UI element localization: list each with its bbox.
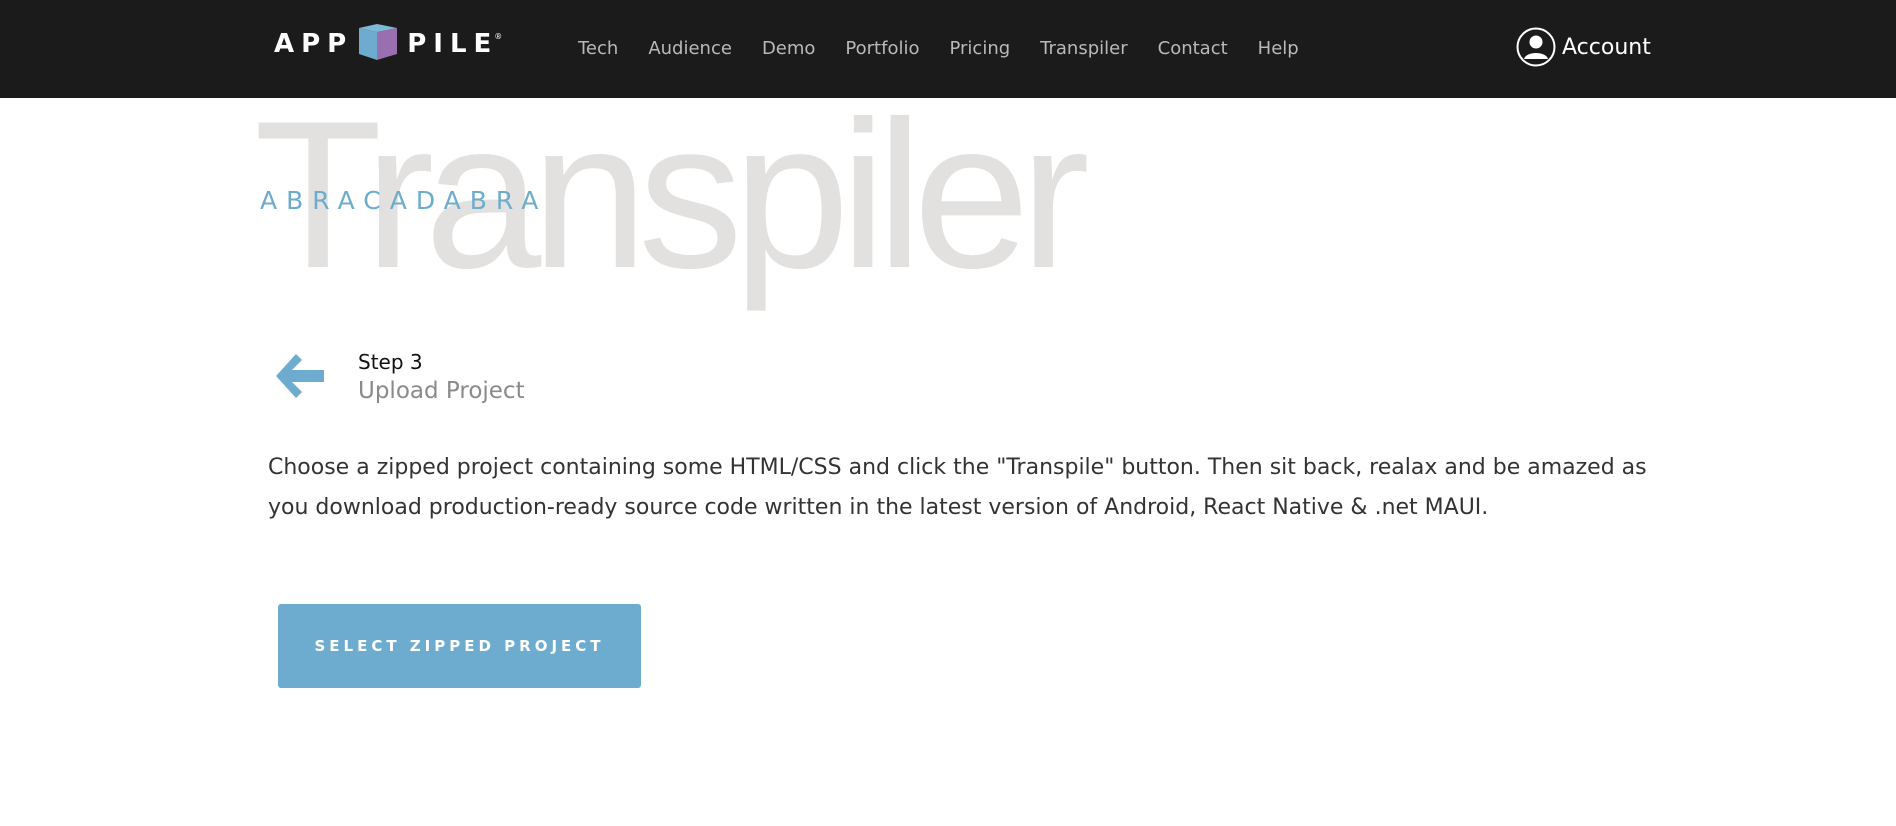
hero-subtitle: ABRACADABRA: [260, 186, 548, 215]
select-zipped-project-button[interactable]: SELECT ZIPPED PROJECT: [278, 604, 641, 688]
trademark-symbol: ®: [494, 32, 503, 41]
app-pile-logo[interactable]: APP PILE ®: [274, 24, 502, 64]
nav-item-portfolio[interactable]: Portfolio: [845, 38, 919, 59]
user-avatar-icon: [1516, 27, 1556, 67]
nav-item-transpiler[interactable]: Transpiler: [1040, 38, 1127, 59]
main-nav: Tech Audience Demo Portfolio Pricing Tra…: [578, 38, 1329, 59]
nav-item-pricing[interactable]: Pricing: [949, 38, 1010, 59]
step-title: Upload Project: [358, 378, 525, 404]
nav-item-help[interactable]: Help: [1258, 38, 1299, 59]
account-button[interactable]: Account: [1516, 27, 1651, 67]
step-number: Step 3: [358, 350, 423, 374]
logo-text-left: APP: [274, 29, 354, 59]
account-label: Account: [1562, 34, 1651, 60]
nav-item-demo[interactable]: Demo: [762, 38, 815, 59]
logo-text-right: PILE: [407, 29, 499, 59]
cube-logo-icon: [359, 24, 398, 60]
instructions-text: Choose a zipped project containing some …: [268, 455, 1647, 520]
nav-item-tech[interactable]: Tech: [578, 38, 618, 59]
nav-item-contact[interactable]: Contact: [1158, 38, 1228, 59]
nav-item-audience[interactable]: Audience: [648, 38, 732, 59]
arrow-left-icon[interactable]: [274, 350, 326, 402]
